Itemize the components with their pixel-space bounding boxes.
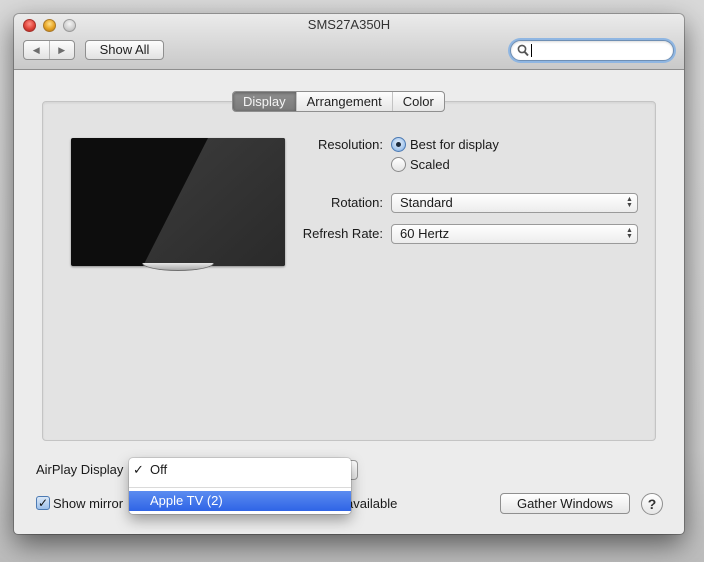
up-down-arrows-icon: ▲ ▼ bbox=[626, 196, 633, 209]
show-mirroring-label-start[interactable]: Show mirror bbox=[53, 496, 123, 511]
menu-item-off[interactable]: ✓ Off bbox=[129, 460, 351, 480]
text-cursor bbox=[531, 44, 532, 57]
refresh-rate-label: Refresh Rate: bbox=[302, 226, 383, 241]
resolution-label: Resolution: bbox=[317, 137, 383, 152]
resolution-scaled-radio[interactable] bbox=[391, 157, 406, 172]
title-bar: SMS27A350H ◀ ▶ Show All bbox=[14, 14, 684, 70]
show-mirroring-label-end[interactable]: available bbox=[346, 496, 397, 511]
resolution-best-radio[interactable] bbox=[391, 137, 406, 152]
monitor-screen-image bbox=[71, 138, 285, 266]
menu-separator bbox=[129, 487, 351, 488]
up-down-arrows-icon: ▲ ▼ bbox=[626, 227, 633, 240]
monitor-illustration bbox=[71, 138, 285, 272]
airplay-dropdown-menu: ✓ Off Apple TV (2) bbox=[129, 458, 351, 514]
rotation-value: Standard bbox=[400, 195, 453, 210]
back-forward-control: ◀ ▶ bbox=[23, 40, 75, 60]
resolution-scaled-label[interactable]: Scaled bbox=[410, 157, 450, 172]
rotation-popup[interactable]: Standard ▲ ▼ bbox=[391, 193, 638, 213]
refresh-rate-value: 60 Hertz bbox=[400, 226, 450, 241]
checkmark-icon: ✓ bbox=[133, 462, 144, 477]
back-arrow-icon[interactable]: ◀ bbox=[24, 41, 50, 59]
help-button[interactable]: ? bbox=[641, 493, 663, 515]
search-icon bbox=[517, 44, 529, 57]
menu-item-apple-tv[interactable]: Apple TV (2) bbox=[129, 491, 351, 511]
refresh-rate-popup[interactable]: 60 Hertz ▲ ▼ bbox=[391, 224, 638, 244]
tab-display[interactable]: Display bbox=[233, 92, 296, 111]
system-preferences-window: SMS27A350H ◀ ▶ Show All Display Arrangem… bbox=[14, 14, 684, 534]
airplay-display-label: AirPlay Display bbox=[36, 462, 124, 477]
resolution-best-label[interactable]: Best for display bbox=[410, 137, 499, 152]
show-mirroring-checkbox[interactable]: ✓ bbox=[36, 496, 50, 510]
menu-item-off-label: Off bbox=[150, 462, 168, 477]
window-title: SMS27A350H bbox=[307, 17, 391, 32]
monitor-stand-image bbox=[142, 263, 214, 271]
rotation-label: Rotation: bbox=[330, 195, 383, 210]
search-input[interactable] bbox=[530, 43, 668, 58]
forward-arrow-icon[interactable]: ▶ bbox=[50, 41, 75, 59]
tab-color[interactable]: Color bbox=[391, 92, 444, 111]
show-all-button[interactable]: Show All bbox=[85, 40, 164, 60]
gather-windows-button[interactable]: Gather Windows bbox=[500, 493, 630, 514]
search-field[interactable] bbox=[510, 40, 674, 61]
menu-item-apple-tv-label: Apple TV (2) bbox=[150, 493, 223, 508]
tab-arrangement[interactable]: Arrangement bbox=[295, 92, 392, 111]
preferences-tab-bar: Display Arrangement Color bbox=[232, 91, 445, 112]
